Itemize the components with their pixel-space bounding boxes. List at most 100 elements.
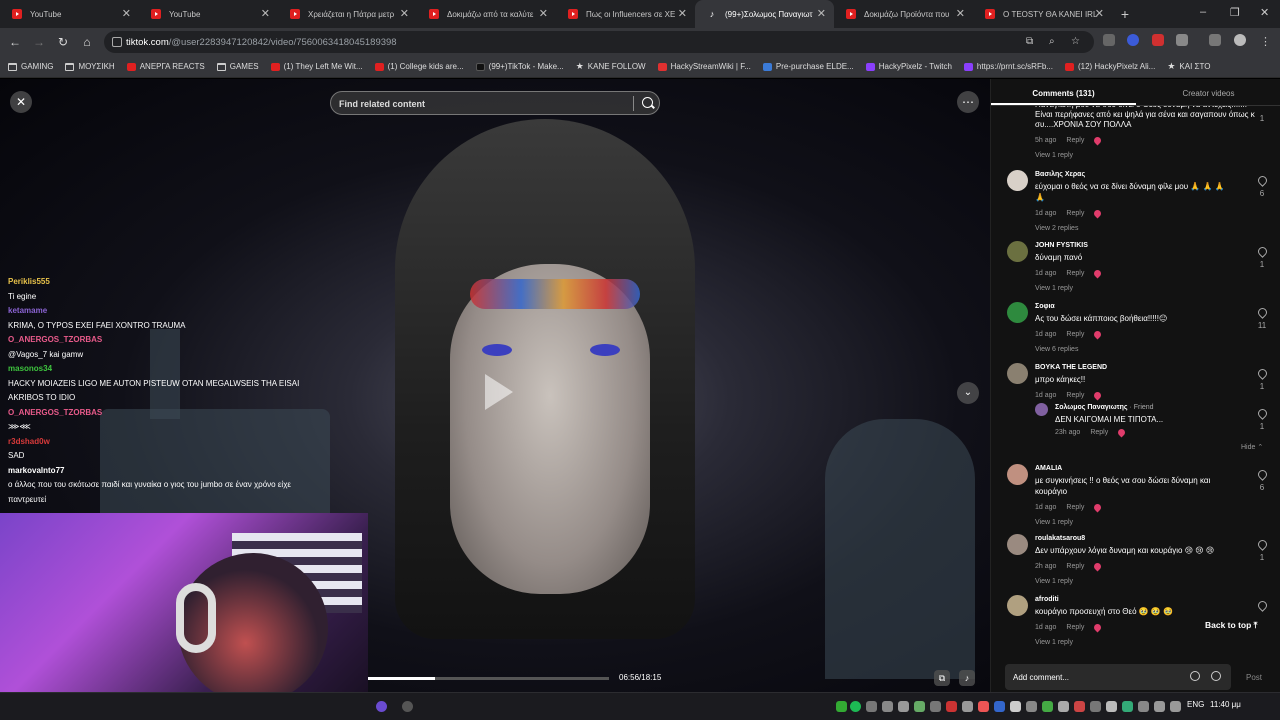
bookmark-item[interactable]: GAMES bbox=[216, 62, 259, 71]
tray-icon[interactable] bbox=[866, 701, 877, 712]
spotify-icon[interactable] bbox=[850, 701, 861, 712]
home-icon[interactable]: ⌂ bbox=[75, 35, 99, 49]
like-button[interactable]: 1 bbox=[1255, 114, 1269, 123]
reply-link[interactable]: Reply bbox=[1066, 331, 1084, 338]
tray-icon[interactable] bbox=[962, 701, 973, 712]
picture-in-picture-icon[interactable]: ⧉ bbox=[934, 670, 950, 686]
close-tab-icon[interactable]: ✕ bbox=[122, 7, 131, 20]
close-tab-icon[interactable]: ✕ bbox=[400, 7, 409, 20]
comment-author[interactable]: afroditi bbox=[1035, 595, 1235, 605]
tray-icon[interactable] bbox=[1058, 701, 1069, 712]
network-icon[interactable] bbox=[1154, 701, 1165, 712]
tab-creator-videos[interactable]: Creator videos bbox=[1136, 79, 1280, 105]
reply-link[interactable]: Reply bbox=[1066, 210, 1084, 217]
hide-replies-link[interactable]: Hide ⌃ bbox=[1241, 443, 1263, 451]
reply-link[interactable]: Reply bbox=[1066, 270, 1084, 277]
comment-author[interactable]: Βασιλης Χερας bbox=[1035, 170, 1235, 180]
like-button[interactable]: 1 bbox=[1255, 407, 1269, 431]
avatar[interactable] bbox=[1007, 170, 1028, 191]
bookmark-item[interactable]: HackyStreamWiki | F... bbox=[657, 62, 751, 71]
browser-tab[interactable]: Ο TEOSTY ΘΑ ΚΑΝΕΙ IRL ✕ bbox=[973, 0, 1112, 28]
tray-icon[interactable] bbox=[914, 701, 925, 712]
back-icon[interactable]: ← bbox=[3, 35, 27, 49]
bookmark-item[interactable]: (1) They Left Me Wit... bbox=[270, 62, 363, 71]
comment-author[interactable]: roulakatsarou8 bbox=[1035, 534, 1235, 544]
like-button[interactable]: 11 bbox=[1255, 306, 1269, 330]
close-tab-icon[interactable]: ✕ bbox=[1095, 7, 1104, 20]
tray-icon[interactable] bbox=[978, 701, 989, 712]
reply-link[interactable]: Reply bbox=[1066, 392, 1084, 399]
address-bar[interactable]: tiktok.com/@user2283947120842/video/7560… bbox=[104, 31, 1094, 53]
bookmark-item[interactable]: GAMING bbox=[8, 62, 53, 71]
tray-icon[interactable] bbox=[1106, 701, 1117, 712]
search-icon[interactable] bbox=[642, 97, 653, 108]
close-tab-icon[interactable]: ✕ bbox=[678, 7, 687, 20]
tray-icon[interactable] bbox=[1090, 701, 1101, 712]
browser-tab[interactable]: Πως οι Influencers σε ΧΕ ✕ bbox=[556, 0, 695, 28]
avatar[interactable] bbox=[1007, 363, 1028, 384]
volume-tray-icon[interactable] bbox=[1170, 701, 1181, 712]
reply-link[interactable]: Reply bbox=[1066, 624, 1084, 631]
close-tab-icon[interactable]: ✕ bbox=[956, 7, 965, 20]
reply-link[interactable]: Reply bbox=[1066, 504, 1084, 511]
tray-icon[interactable] bbox=[930, 701, 941, 712]
media-control-icon[interactable] bbox=[1209, 34, 1221, 46]
avatar[interactable] bbox=[1007, 464, 1028, 485]
zoom-icon[interactable]: ⌕ bbox=[1049, 36, 1055, 47]
emoji-icon[interactable] bbox=[1211, 671, 1221, 681]
like-button[interactable]: 6 bbox=[1255, 468, 1269, 492]
tray-icon[interactable] bbox=[1138, 701, 1149, 712]
clock[interactable]: 11:40 μμ bbox=[1210, 700, 1241, 709]
close-tab-icon[interactable]: ✕ bbox=[539, 7, 548, 20]
extension-icon[interactable] bbox=[1127, 34, 1139, 46]
view-replies[interactable]: View 1 reply bbox=[1035, 152, 1235, 159]
tray-icon[interactable] bbox=[1122, 701, 1133, 712]
bookmark-item[interactable]: Pre-purchase ELDE... bbox=[762, 62, 854, 71]
bookmark-item[interactable]: ★ ΚΑΝΕ FOLLOW bbox=[576, 61, 646, 72]
bookmark-item[interactable]: ★ ΚΑΙ ΣΤΟ bbox=[1167, 61, 1210, 72]
comment-author[interactable]: JOHN FYSTIKIS bbox=[1035, 241, 1235, 251]
reply-link[interactable]: Reply bbox=[1066, 563, 1084, 570]
browser-tab[interactable]: Δοκιμάζω από τα καλύτε ✕ bbox=[417, 0, 556, 28]
avatar[interactable] bbox=[1007, 241, 1028, 262]
close-video-button[interactable]: ✕ bbox=[10, 91, 32, 113]
like-button[interactable]: 6 bbox=[1255, 174, 1269, 198]
view-replies[interactable]: View 6 replies bbox=[1035, 346, 1235, 353]
tab-comments[interactable]: Comments (131) bbox=[991, 79, 1136, 105]
bookmark-item[interactable]: (12) HackyPixelz Ali... bbox=[1064, 62, 1155, 71]
view-replies[interactable]: View 1 reply bbox=[1035, 285, 1235, 292]
related-search-input[interactable]: Find related content bbox=[330, 91, 660, 115]
tray-icon[interactable] bbox=[882, 701, 893, 712]
comment-author[interactable]: BOYKA THE LEGEND bbox=[1035, 363, 1235, 373]
comment-author[interactable]: AMALIA bbox=[1035, 464, 1235, 474]
close-tab-icon[interactable]: ✕ bbox=[817, 7, 826, 20]
tray-icon[interactable] bbox=[1010, 701, 1021, 712]
new-tab-button[interactable]: + bbox=[1112, 6, 1138, 22]
comment-author[interactable]: Σοφια bbox=[1035, 302, 1235, 312]
extensions-puzzle-icon[interactable] bbox=[1176, 34, 1188, 46]
app-icon[interactable] bbox=[402, 701, 413, 712]
view-replies[interactable]: View 1 reply bbox=[1035, 578, 1235, 585]
back-to-top-button[interactable]: Back to top ⤒ bbox=[1205, 620, 1257, 631]
bookmark-item[interactable]: (99+)TikTok - Make... bbox=[475, 62, 564, 71]
avatar[interactable] bbox=[1007, 302, 1028, 323]
browser-tab[interactable]: YouTube ✕ bbox=[0, 0, 139, 28]
like-button[interactable]: 1 bbox=[1255, 367, 1269, 391]
like-button[interactable] bbox=[1255, 599, 1269, 614]
site-info-icon[interactable] bbox=[112, 37, 122, 47]
add-comment-input[interactable]: Add comment... bbox=[1005, 664, 1231, 690]
comment-author[interactable]: Σολωμος Παναγιωτης bbox=[1055, 404, 1128, 411]
restore-icon[interactable]: ❐ bbox=[1230, 6, 1240, 19]
tray-icon[interactable] bbox=[1074, 701, 1085, 712]
post-button[interactable]: Post bbox=[1246, 673, 1262, 682]
browser-tab[interactable]: Δοκιμάζω Προϊόντα που ✕ bbox=[834, 0, 973, 28]
bookmark-item[interactable]: ΑΝΕΡΓΑ REACTS bbox=[126, 62, 205, 71]
mention-icon[interactable] bbox=[1190, 671, 1200, 681]
tray-icon[interactable] bbox=[898, 701, 909, 712]
forward-icon[interactable]: → bbox=[27, 35, 51, 49]
install-app-icon[interactable]: ⧉ bbox=[1026, 36, 1033, 47]
reply-link[interactable]: Reply bbox=[1066, 137, 1084, 144]
progress-bar[interactable] bbox=[368, 677, 609, 680]
avatar[interactable] bbox=[1007, 534, 1028, 555]
extension-icon[interactable] bbox=[1152, 34, 1164, 46]
